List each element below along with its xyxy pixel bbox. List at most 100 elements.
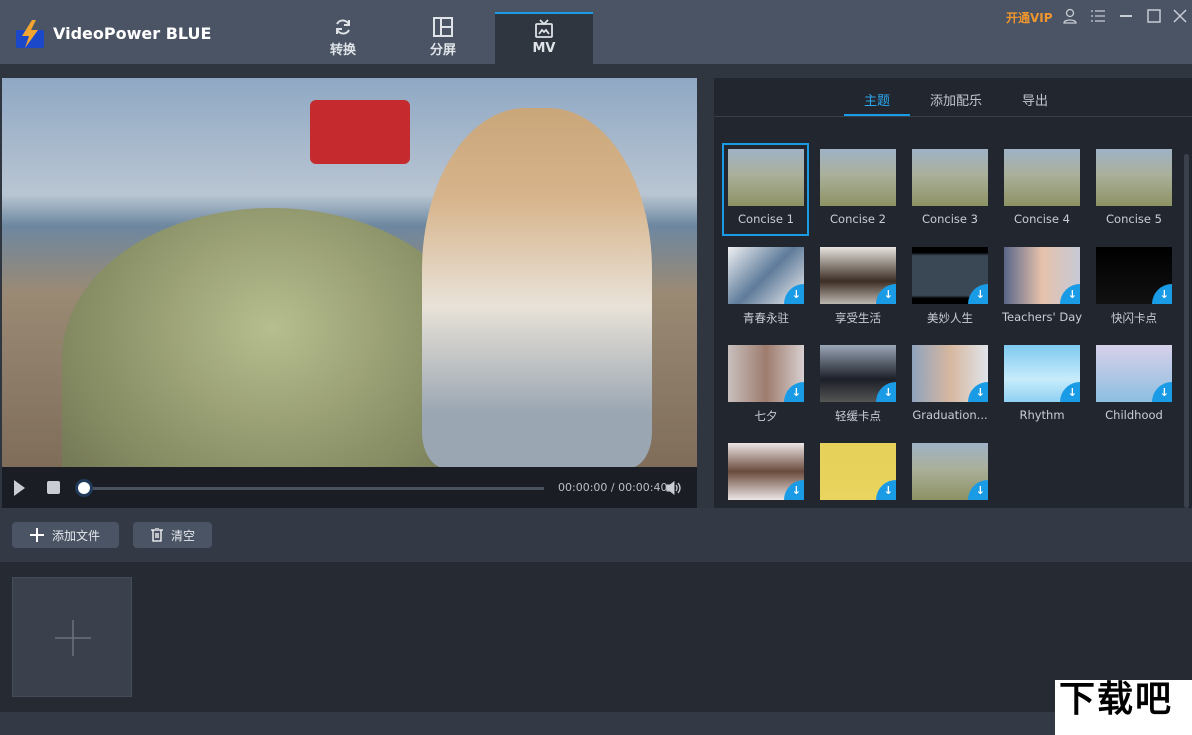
title-bar: VideoPower BLUE 转换 分屏 MV 开通VIP: [0, 0, 1192, 64]
theme-label: 享受生活: [835, 311, 881, 325]
app-title: VideoPower BLUE: [53, 24, 212, 43]
theme-label: 美妙人生: [927, 311, 973, 325]
seek-bar[interactable]: [82, 487, 544, 490]
theme-item[interactable]: ↓ Rhythm: [1000, 341, 1092, 433]
tab-mv[interactable]: MV: [495, 12, 593, 64]
download-icon[interactable]: ↓: [1152, 284, 1172, 304]
theme-thumbnail: ↓: [1096, 247, 1172, 304]
status-bar: [0, 712, 1192, 735]
theme-thumbnail: ↓: [728, 345, 804, 402]
download-icon[interactable]: ↓: [1152, 382, 1172, 402]
download-icon[interactable]: ↓: [968, 480, 988, 500]
preview-person: [422, 108, 652, 467]
theme-item[interactable]: ↓ 青春永驻: [724, 243, 816, 335]
minimize-icon[interactable]: [1118, 8, 1134, 24]
close-icon[interactable]: [1172, 8, 1188, 24]
tv-icon: [535, 19, 553, 38]
menu-icon[interactable]: [1090, 8, 1106, 24]
watermark-logo: 下载吧: [1055, 680, 1192, 735]
theme-thumbnail: [820, 149, 896, 206]
tab-label: MV: [532, 41, 556, 56]
theme-label: Concise 4: [1014, 212, 1070, 226]
user-icon[interactable]: [1062, 8, 1078, 24]
theme-label: 青春永驻: [743, 311, 789, 325]
media-area: [0, 562, 1192, 712]
theme-label: 快闪卡点: [1111, 311, 1157, 325]
theme-item[interactable]: Concise 2: [816, 145, 908, 237]
scrollbar[interactable]: [1184, 154, 1189, 508]
theme-item[interactable]: ↓ Teachers' Day: [1000, 243, 1092, 335]
theme-item[interactable]: ↓ Childhood: [1092, 341, 1184, 433]
stop-button[interactable]: [47, 481, 60, 494]
add-file-button[interactable]: 添加文件: [12, 522, 119, 548]
theme-item[interactable]: ↓ 享受生活: [816, 243, 908, 335]
vip-button[interactable]: 开通VIP: [1006, 9, 1053, 26]
theme-item[interactable]: Concise 4: [1000, 145, 1092, 237]
tab-label: 转换: [329, 43, 356, 58]
theme-thumbnail: ↓: [1004, 247, 1080, 304]
theme-thumbnail: ↓: [728, 247, 804, 304]
theme-panel: 主题 添加配乐 导出 Concise 1 Concise 2 Concise 3 Co…: [714, 78, 1192, 508]
theme-thumbnail: [728, 149, 804, 206]
theme-item[interactable]: ↓ 轻缓卡点: [816, 341, 908, 433]
tab-convert[interactable]: 转换: [294, 12, 392, 64]
preview-car: [62, 208, 482, 467]
theme-thumbnail: ↓: [912, 345, 988, 402]
theme-label: Concise 1: [738, 212, 794, 226]
theme-thumbnail: ↓: [728, 443, 804, 500]
add-file-label: 添加文件: [52, 528, 101, 543]
theme-thumbnail: ↓: [820, 247, 896, 304]
divider: [714, 116, 1192, 117]
refresh-icon: [336, 19, 350, 35]
video-preview[interactable]: [2, 78, 697, 467]
theme-label: Childhood: [1105, 408, 1163, 422]
tab-theme[interactable]: 主题: [864, 90, 890, 109]
download-icon[interactable]: ↓: [876, 480, 896, 500]
theme-label: Concise 2: [830, 212, 886, 226]
theme-item[interactable]: Concise 1: [722, 143, 809, 236]
download-icon[interactable]: ↓: [876, 284, 896, 304]
trash-icon: [151, 528, 163, 542]
theme-thumbnail: ↓: [912, 443, 988, 500]
theme-item[interactable]: Concise 5: [1092, 145, 1184, 237]
theme-thumbnail: [912, 149, 988, 206]
preview-cooler: [310, 100, 410, 164]
theme-label: Concise 5: [1106, 212, 1162, 226]
download-icon[interactable]: ↓: [968, 284, 988, 304]
player-controls: 00:00:00 / 00:00:40: [2, 467, 697, 508]
time-display: 00:00:00 / 00:00:40: [558, 481, 668, 494]
download-icon[interactable]: ↓: [1060, 382, 1080, 402]
add-media-box[interactable]: [12, 577, 132, 697]
maximize-icon[interactable]: [1146, 8, 1162, 24]
tab-split-screen[interactable]: 分屏: [394, 12, 492, 64]
tab-add-music[interactable]: 添加配乐: [930, 90, 982, 109]
download-icon[interactable]: ↓: [784, 382, 804, 402]
tab-label: 分屏: [429, 43, 456, 58]
theme-thumbnail: [1096, 149, 1172, 206]
plus-icon: [30, 528, 44, 542]
download-icon[interactable]: ↓: [784, 480, 804, 500]
volume-icon[interactable]: [666, 480, 682, 496]
theme-label: 七夕: [754, 409, 778, 423]
download-icon[interactable]: ↓: [784, 284, 804, 304]
theme-thumbnail: ↓: [820, 443, 896, 500]
play-button[interactable]: [14, 480, 25, 496]
split-screen-icon: [433, 17, 453, 37]
theme-item[interactable]: ↓ 美妙人生: [908, 243, 1000, 335]
theme-thumbnail: ↓: [912, 247, 988, 304]
theme-item[interactable]: ↓ Graduation...: [908, 341, 1000, 433]
download-icon[interactable]: ↓: [968, 382, 988, 402]
theme-label: Graduation...: [912, 408, 988, 422]
plus-icon: [55, 620, 91, 656]
clear-button[interactable]: 清空: [133, 522, 212, 548]
download-icon[interactable]: ↓: [876, 382, 896, 402]
theme-item[interactable]: ↓ 快闪卡点: [1092, 243, 1184, 335]
download-icon[interactable]: ↓: [1060, 284, 1080, 304]
theme-item[interactable]: Concise 3: [908, 145, 1000, 237]
theme-thumbnail: [1004, 149, 1080, 206]
theme-label: Rhythm: [1019, 408, 1065, 422]
seek-handle[interactable]: [78, 482, 90, 494]
theme-thumbnail: ↓: [1096, 345, 1172, 402]
tab-export[interactable]: 导出: [1022, 90, 1048, 109]
theme-item[interactable]: ↓ 七夕: [724, 341, 816, 433]
